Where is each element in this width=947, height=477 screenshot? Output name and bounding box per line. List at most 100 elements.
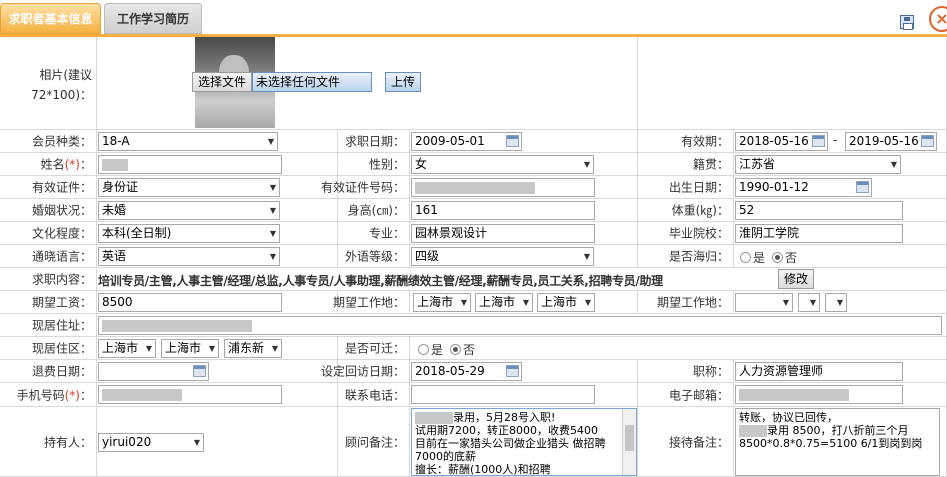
native-place-label: 籍贯： [692,157,729,172]
redacted-name [102,158,128,171]
calendar-icon[interactable] [921,135,934,147]
overseas-label: 是否海归： [668,249,729,264]
residence-area-label: 现居住区： [31,341,92,356]
gender-select[interactable]: 女 [411,155,594,174]
reception-note-label: 接待备注： [668,435,729,449]
advisor-note-textarea[interactable]: 录用，5月28号入职! 试用期7200，转正8000，收费5400 目前在一家猎… [411,408,637,476]
member-type-select[interactable]: 18-A [98,132,278,151]
visit-date-input[interactable]: 2018-05-29 [411,362,522,381]
email-input[interactable] [735,385,903,404]
school-input[interactable]: 淮阴工学院 [735,224,903,243]
close-icon[interactable]: × [929,6,947,32]
height-label: 身高(㎝)： [347,203,405,218]
name-label: 姓名(*)： [40,157,92,172]
marital-select[interactable]: 未婚 [98,201,280,220]
valid-period-separator: - [833,133,838,147]
choose-file-button[interactable]: 选择文件 [192,72,252,92]
residence-input[interactable] [98,316,942,335]
email-label: 电子邮箱： [668,388,729,402]
edit-job-content-button[interactable]: 修改 [778,269,814,289]
refund-date-label: 退费日期： [31,364,92,379]
redacted-email [739,388,849,401]
phone-input[interactable] [411,385,595,404]
relocate-label: 是否可迁： [344,341,405,356]
save-icon[interactable] [900,15,914,30]
reception-note-line2: 录用 8500，打八折前三个月 [767,424,909,437]
advisor-note-line4: 擅长：薪酬(1000人)和招聘 [415,463,551,476]
height-input[interactable]: 161 [411,201,595,220]
tab-work-study-resume[interactable]: 工作学习简历 [104,3,202,34]
work-place2-label: 期望工作地： [656,295,729,310]
work-district-select[interactable]: 上海市 [537,293,595,312]
advisor-note-line3: 目前在一家猎头公司做企业猎头 做招聘 7000的底薪 [415,437,606,463]
overseas-yes-radio[interactable]: 是 [740,249,765,266]
birth-date-input[interactable]: 1990-01-12 [735,178,872,197]
work-place2-province-select[interactable] [735,293,793,312]
id-number-input[interactable] [411,178,595,197]
refund-date-input[interactable] [98,362,209,381]
job-date-label: 求职日期： [344,134,405,149]
holder-select[interactable]: yirui020 [98,433,204,452]
photo-empty-cell [638,37,947,130]
id-type-select[interactable]: 身份证 [98,178,280,197]
valid-end-input[interactable]: 2019-05-16 [845,132,937,151]
work-province-select[interactable]: 上海市 [413,293,471,312]
work-place2-district-select[interactable] [825,293,847,312]
advisor-note-label: 顾问备注： [344,435,405,449]
overseas-no-radio[interactable]: 否 [772,249,797,266]
education-select[interactable]: 本科(全日制) [98,224,280,243]
residence-label: 现居住址： [31,318,92,333]
relocate-no-radio[interactable]: 否 [450,341,475,358]
foreign-level-select[interactable]: 四级 [411,247,594,266]
calendar-icon[interactable] [856,181,869,193]
calendar-icon[interactable] [506,135,519,147]
job-date-input[interactable]: 2009-05-01 [411,132,522,151]
id-type-label: 有效证件： [31,180,92,195]
work-place2-city-select[interactable] [798,293,820,312]
title-label: 职称： [692,364,729,379]
redacted-mobile [102,388,182,401]
photo-label-line2: 72*100)： [31,88,92,102]
scrollbar-thumb[interactable] [625,425,634,451]
native-place-select[interactable]: 江苏省 [735,155,901,174]
redacted-address [102,319,252,332]
major-label: 专业： [368,226,405,241]
upload-button[interactable]: 上传 [385,72,421,92]
valid-start-value: 2018-05-16 [739,134,809,148]
weight-input[interactable]: 52 [735,201,903,220]
salary-label: 期望工资： [31,295,92,310]
residence-city-select[interactable]: 上海市 [161,339,219,358]
residence-province-select[interactable]: 上海市 [98,339,156,358]
mobile-input[interactable] [98,385,282,404]
birth-date-value: 1990-01-12 [739,180,809,194]
residence-district-select[interactable]: 浦东新 [224,339,282,358]
major-input[interactable]: 园林景观设计 [411,224,595,243]
name-input[interactable] [98,155,282,174]
calendar-icon[interactable] [193,365,206,377]
reception-note-textarea[interactable]: 转账，协议已回传， 录用 8500，打八折前三个月 8500*0.8*0.75=… [735,408,940,476]
foreign-level-label: 外语等级： [344,249,405,264]
visit-date-label: 设定回访日期： [320,364,405,379]
photo-label-line1: 相片(建议 [39,68,92,82]
member-type-label: 会员种类： [31,134,92,149]
language-select[interactable]: 英语 [98,247,280,266]
visit-date-value: 2018-05-29 [415,364,485,378]
salary-input[interactable]: 8500 [98,293,282,312]
valid-start-input[interactable]: 2018-05-16 [735,132,828,151]
photo-cell: 选择文件 未选择任何文件 上传 [97,37,638,130]
weight-label: 体重(㎏)： [671,203,729,218]
title-input[interactable]: 人力资源管理师 [735,362,903,381]
tab-basic-info[interactable]: 求职者基本信息 [0,3,101,34]
advisor-note-scrollbar[interactable] [622,409,636,475]
mobile-label: 手机号码(*)： [16,388,92,402]
photo-label-cell: 相片(建议 72*100)： [0,37,97,130]
calendar-icon[interactable] [506,365,519,377]
phone-label: 联系电话： [344,388,405,402]
marital-label: 婚姻状况： [31,203,92,218]
work-city-select[interactable]: 上海市 [475,293,533,312]
education-label: 文化程度： [31,226,92,241]
relocate-yes-radio[interactable]: 是 [418,341,443,358]
file-status[interactable]: 未选择任何文件 [252,72,372,92]
work-place-label: 期望工作地： [332,295,405,310]
calendar-icon[interactable] [812,135,825,147]
